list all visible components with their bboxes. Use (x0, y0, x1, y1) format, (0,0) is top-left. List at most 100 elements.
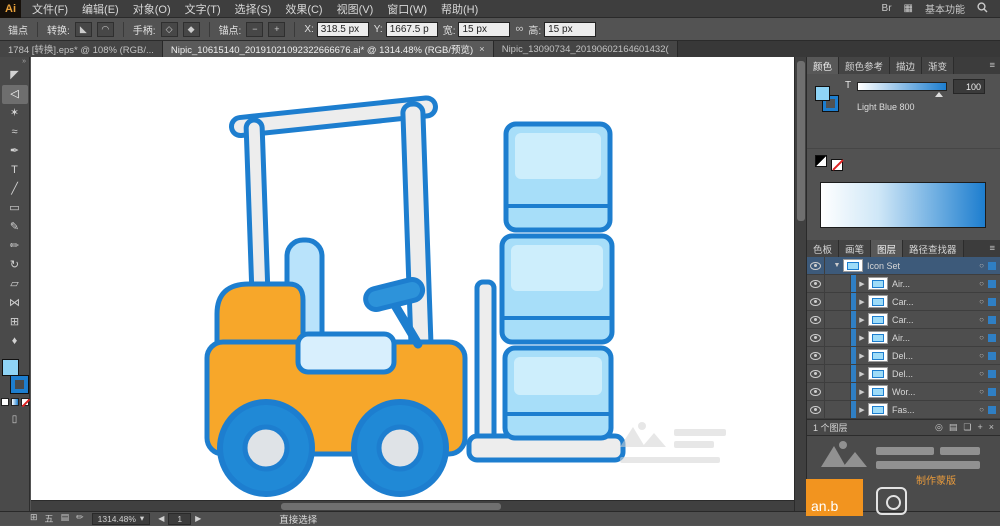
collapse-arrow-icon[interactable]: ▼ (831, 262, 843, 269)
free-transform-tool[interactable]: ⊞ (2, 313, 28, 332)
tint-value-input[interactable]: 100 (953, 79, 985, 94)
make-mask-icon[interactable]: ▤ (949, 422, 958, 433)
new-layer-icon[interactable]: + (977, 422, 982, 433)
horizontal-scroll-thumb[interactable] (281, 503, 501, 510)
menu-view[interactable]: 视图(V) (330, 0, 381, 18)
vertical-scroll-thumb[interactable] (797, 61, 805, 221)
paintbrush-tool[interactable]: ✎ (2, 218, 28, 237)
convert-to-smooth-button[interactable]: ◠ (96, 21, 114, 37)
rectangle-tool[interactable]: ▭ (2, 199, 28, 218)
menu-object[interactable]: 对象(O) (126, 0, 178, 18)
zoom-control[interactable]: 1314.48% ▾ (91, 512, 151, 525)
target-icon[interactable]: ○ (975, 351, 988, 360)
x-input[interactable]: 318.5 px (316, 21, 369, 37)
target-icon[interactable]: ○ (975, 261, 988, 270)
lasso-tool[interactable]: ≈ (2, 123, 28, 142)
tint-slider[interactable] (857, 82, 947, 91)
tab-swatches[interactable]: 色板 (807, 240, 840, 257)
tab-color-guide[interactable]: 颜色参考 (839, 57, 891, 74)
pen-tool[interactable]: ✒ (2, 142, 28, 161)
layer-row[interactable]: ▶ Del... ○ (807, 347, 1000, 365)
width-tool[interactable]: ⋈ (2, 294, 28, 313)
visibility-toggle[interactable] (807, 275, 825, 292)
target-icon[interactable]: ○ (975, 333, 988, 342)
layer-row[interactable]: ▶ Fas... ○ (807, 401, 1000, 419)
layer-row[interactable]: ▶ Car... ○ (807, 293, 1000, 311)
search-icon[interactable] (977, 1, 988, 16)
screen-mode-button[interactable]: ▯ (12, 414, 18, 425)
panel-icon[interactable]: ▤ (61, 512, 70, 525)
tab-brushes[interactable]: 画笔 (839, 240, 872, 257)
panel-menu-icon[interactable]: ≡ (984, 240, 1000, 257)
expand-arrow-icon[interactable]: ▶ (856, 316, 868, 324)
next-artboard-icon[interactable]: ▶ (195, 514, 201, 523)
menu-window[interactable]: 窗口(W) (380, 0, 434, 18)
none-swatch[interactable] (831, 159, 843, 171)
selection-tool[interactable]: ◤ (2, 66, 28, 85)
menu-effect[interactable]: 效果(C) (278, 0, 329, 18)
target-icon[interactable]: ○ (975, 369, 988, 378)
convert-to-corner-button[interactable]: ◣ (74, 21, 92, 37)
height-input[interactable]: 15 px (544, 21, 597, 37)
target-icon[interactable]: ○ (975, 279, 988, 288)
document-tab-3[interactable]: Nipic_13090734_20190602164601432( (493, 41, 678, 57)
visibility-toggle[interactable] (807, 311, 825, 328)
menu-file[interactable]: 文件(F) (25, 0, 75, 18)
gradient-ramp[interactable] (820, 182, 986, 228)
visibility-toggle[interactable] (807, 293, 825, 310)
width-input[interactable]: 15 px (458, 21, 511, 37)
expand-arrow-icon[interactable]: ▶ (856, 298, 868, 306)
target-icon[interactable]: ○ (975, 405, 988, 414)
artboard-number[interactable]: 1 (168, 512, 192, 525)
menu-type[interactable]: 文字(T) (178, 0, 228, 18)
menu-help[interactable]: 帮助(H) (434, 0, 485, 18)
fill-color-swatch[interactable] (1, 359, 19, 376)
visibility-toggle[interactable] (807, 329, 825, 346)
horizontal-scrollbar[interactable] (31, 500, 794, 511)
panel-menu-icon[interactable]: ≡ (984, 57, 1000, 74)
tab-gradient[interactable]: 渐变 (922, 57, 955, 74)
bridge-icon[interactable]: Br (882, 3, 892, 14)
arrange-documents-icon[interactable]: ▦ (904, 3, 913, 14)
visibility-toggle[interactable] (807, 257, 825, 274)
layer-row[interactable]: ▶ Air... ○ (807, 275, 1000, 293)
line-segment-tool[interactable]: ╱ (2, 180, 28, 199)
default-fill-stroke-swatch[interactable] (815, 155, 827, 167)
constrain-proportions-icon[interactable]: ∞ (515, 23, 523, 35)
rotate-tool[interactable]: ↻ (2, 256, 28, 275)
visibility-toggle[interactable] (807, 365, 825, 382)
pencil-tool[interactable]: ✏ (2, 237, 28, 256)
tint-slider-handle[interactable] (935, 92, 943, 97)
tab-stroke[interactable]: 描边 (890, 57, 923, 74)
layer-row[interactable]: ▶ Car... ○ (807, 311, 1000, 329)
pen-icon[interactable]: ✏ (76, 512, 84, 525)
tab-color[interactable]: 颜色 (807, 57, 840, 74)
visibility-toggle[interactable] (807, 383, 825, 400)
hide-handles-button[interactable]: ◆ (182, 21, 200, 37)
remove-anchor-button[interactable]: − (246, 21, 264, 37)
close-icon[interactable]: × (479, 44, 485, 55)
menu-edit[interactable]: 编辑(E) (75, 0, 126, 18)
target-icon[interactable]: ○ (975, 315, 988, 324)
y-input[interactable]: 1667.5 p (385, 21, 438, 37)
none-button[interactable] (20, 398, 29, 406)
target-icon[interactable]: ○ (975, 387, 988, 396)
scale-tool[interactable]: ▱ (2, 275, 28, 294)
locate-object-icon[interactable]: ◎ (935, 422, 943, 433)
eyedropper-tool[interactable]: ♦ (2, 332, 28, 351)
layer-row-icon-set[interactable]: ▼ Icon Set ○ (807, 257, 1000, 275)
gradient-button[interactable] (10, 398, 19, 406)
artboard-canvas[interactable] (31, 57, 794, 500)
expand-arrow-icon[interactable]: ▶ (856, 334, 868, 342)
expand-arrow-icon[interactable]: ▶ (856, 352, 868, 360)
expand-arrow-icon[interactable]: ▶ (856, 406, 868, 414)
magic-wand-tool[interactable]: ✶ (2, 104, 28, 123)
menu-select[interactable]: 选择(S) (228, 0, 279, 18)
tab-layers[interactable]: 图层 (871, 240, 904, 257)
direct-selection-tool[interactable]: ◁ (1, 85, 28, 104)
color-button[interactable] (0, 398, 9, 406)
document-tab-2[interactable]: Nipic_10615140_20191021092322666676.ai* … (162, 41, 494, 57)
type-tool[interactable]: T (2, 161, 28, 180)
tab-pathfinder[interactable]: 路径查找器 (903, 240, 964, 257)
stroke-color-swatch[interactable] (9, 375, 29, 394)
